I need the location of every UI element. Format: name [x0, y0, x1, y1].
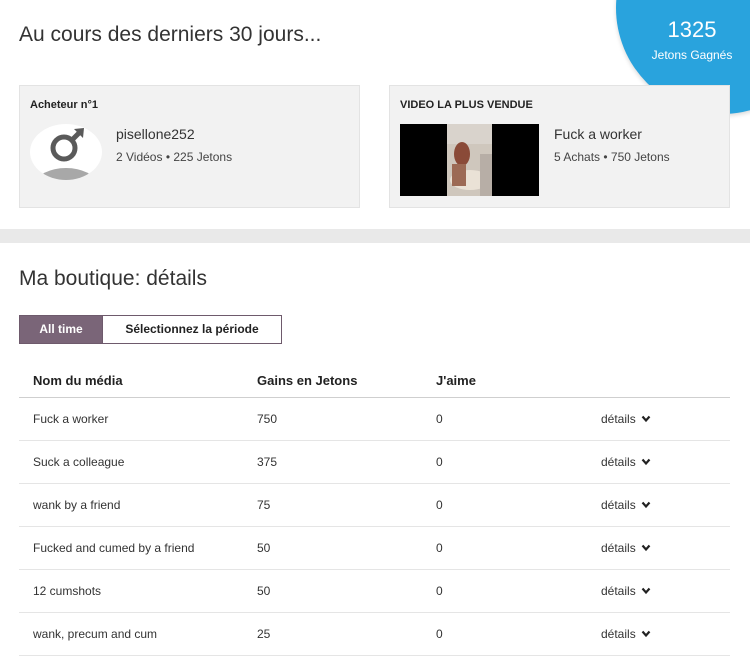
table-row: 12 cumshots 50 0 détails [19, 569, 730, 613]
earnings-cell: 50 [257, 569, 436, 613]
table-row: Fucked and cumed by a friend 50 0 détails [19, 526, 730, 570]
details-label: détails [601, 497, 636, 512]
details-cell: détails [601, 612, 730, 656]
details-toggle[interactable]: détails [601, 412, 651, 426]
earnings-cell: 375 [257, 440, 436, 484]
section-divider [0, 229, 750, 243]
top-buyer-title: Acheteur n°1 [30, 99, 98, 111]
details-cell: détails [601, 397, 730, 441]
top-video-stats: 5 Achats • 750 Jetons [554, 150, 670, 164]
details-toggle[interactable]: détails [601, 541, 651, 555]
chevron-down-icon [641, 498, 651, 512]
table-header-row: Nom du média Gains en Jetons J'aime [19, 363, 730, 398]
media-name-cell: Fuck a worker [19, 397, 257, 441]
earnings-cell: 750 [257, 397, 436, 441]
likes-cell: 0 [436, 526, 601, 570]
media-name-cell: Fucked and cumed by a friend [19, 526, 257, 570]
table-row: wank, precum and cum 25 0 détails [19, 612, 730, 656]
details-label: détails [601, 540, 636, 555]
video-thumbnail[interactable] [400, 124, 539, 196]
earnings-cell: 75 [257, 483, 436, 527]
media-name-cell: Suck a colleague [19, 440, 257, 484]
details-cell: détails [601, 569, 730, 613]
column-earnings: Gains en Jetons [257, 363, 436, 398]
top-video-name[interactable]: Fuck a worker [554, 126, 642, 142]
likes-cell: 0 [436, 569, 601, 613]
table-row: Fuck a worker 750 0 détails [19, 397, 730, 441]
details-cell: détails [601, 483, 730, 527]
likes-cell: 0 [436, 397, 601, 441]
details-toggle[interactable]: détails [601, 584, 651, 598]
details-label: détails [601, 454, 636, 469]
chevron-down-icon [641, 627, 651, 641]
chevron-down-icon [641, 412, 651, 426]
top-video-title: VIDEO LA PLUS VENDUE [400, 99, 533, 111]
summary-section: Au cours des derniers 30 jours... 1325 J… [0, 0, 750, 229]
details-cell: détails [601, 526, 730, 570]
details-cell: détails [601, 440, 730, 484]
media-name-cell: wank, precum and cum [19, 612, 257, 656]
likes-cell: 0 [436, 440, 601, 484]
tokens-earned-value: 1325 [667, 17, 717, 42]
media-table: Nom du média Gains en Jetons J'aime Fuck… [19, 363, 730, 656]
chevron-down-icon [641, 584, 651, 598]
media-name-cell: wank by a friend [19, 483, 257, 527]
details-label: détails [601, 626, 636, 641]
details-toggle[interactable]: détails [601, 498, 651, 512]
earnings-cell: 25 [257, 612, 436, 656]
likes-cell: 0 [436, 483, 601, 527]
column-media-name: Nom du média [19, 363, 257, 398]
top-buyer-stats: 2 Vidéos • 225 Jetons [116, 150, 233, 164]
male-avatar-icon [30, 124, 102, 180]
all-time-button[interactable]: All time [19, 315, 103, 344]
media-name-cell: 12 cumshots [19, 569, 257, 613]
select-period-button[interactable]: Sélectionnez la période [103, 315, 282, 344]
details-label: détails [601, 411, 636, 426]
likes-cell: 0 [436, 612, 601, 656]
top-buyer-name[interactable]: pisellone252 [116, 126, 195, 142]
top-buyer-card: Acheteur n°1 pisellone252 2 Vidéos • 225… [19, 85, 360, 208]
details-toggle[interactable]: détails [601, 627, 651, 641]
column-actions [601, 363, 730, 398]
table-row: Suck a colleague 375 0 détails [19, 440, 730, 484]
shop-details-title: Ma boutique: détails [19, 267, 207, 290]
chevron-down-icon [641, 455, 651, 469]
details-toggle[interactable]: détails [601, 455, 651, 469]
summary-headline: Au cours des derniers 30 jours... [19, 23, 322, 46]
details-label: détails [601, 583, 636, 598]
chevron-down-icon [641, 541, 651, 555]
column-likes: J'aime [436, 363, 601, 398]
table-row: wank by a friend 75 0 détails [19, 483, 730, 527]
tokens-earned-label: Jetons Gagnés [651, 48, 733, 62]
period-filter: All time Sélectionnez la période [19, 315, 282, 344]
earnings-cell: 50 [257, 526, 436, 570]
top-video-card: VIDEO LA PLUS VENDUE Fuck a worker 5 Ach… [389, 85, 730, 208]
